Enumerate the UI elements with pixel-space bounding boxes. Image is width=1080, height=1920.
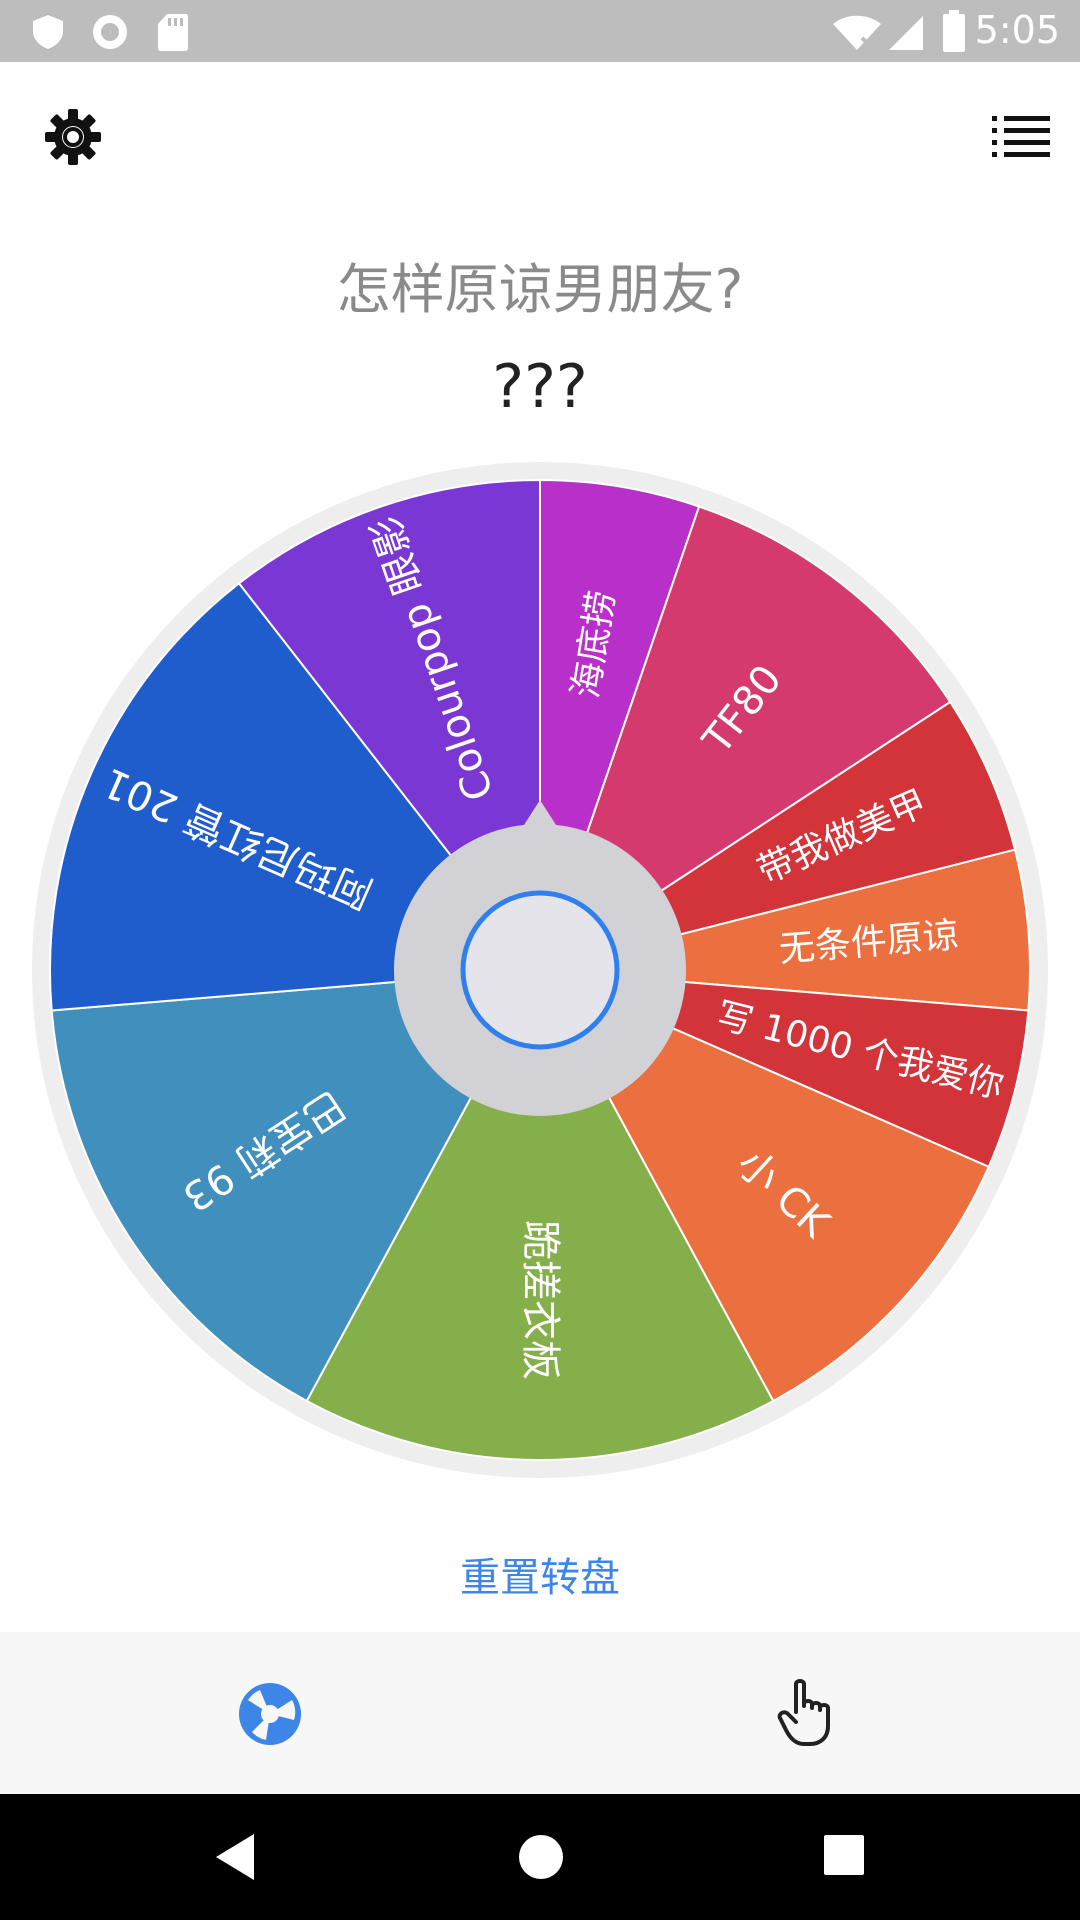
spin-button[interactable]: [460, 890, 620, 1050]
signal-icon: [889, 16, 923, 50]
gear-icon: [45, 109, 101, 165]
battery-icon: [943, 10, 965, 52]
sd-card-icon: [158, 14, 188, 51]
reset-wheel-link[interactable]: 重置转盘: [0, 1545, 1080, 1603]
nav-pick[interactable]: [540, 1632, 1080, 1794]
list-icon: [992, 116, 1050, 157]
settings-button[interactable]: [40, 104, 106, 170]
nav-wheel[interactable]: [0, 1632, 540, 1794]
wheel-icon: [239, 1683, 301, 1745]
status-time: 5:05: [974, 8, 1060, 52]
shield-icon: [33, 15, 63, 49]
record-icon: [93, 15, 127, 49]
system-nav-bar: [0, 1794, 1080, 1920]
spin-wheel[interactable]: 海底捞 TF80 带我做美甲 无条件原谅写 1000 个我爱你小 CK 跪搓衣板 巴宝莉 …: [30, 460, 1050, 1480]
result-text: ???: [492, 352, 588, 422]
home-icon[interactable]: [516, 1832, 566, 1882]
hand-pointer-icon: [777, 1679, 830, 1746]
wifi-off-icon: [833, 15, 881, 50]
list-button[interactable]: [992, 114, 1050, 160]
back-icon[interactable]: [212, 1832, 260, 1882]
question-title: 怎样原谅男朋友?: [336, 258, 744, 321]
status-bar: 5:05: [0, 0, 1080, 62]
recents-icon[interactable]: [823, 1834, 865, 1876]
bottom-nav: [0, 1632, 1080, 1794]
wheel-segment-label: 跪搓衣板: [517, 1220, 563, 1380]
